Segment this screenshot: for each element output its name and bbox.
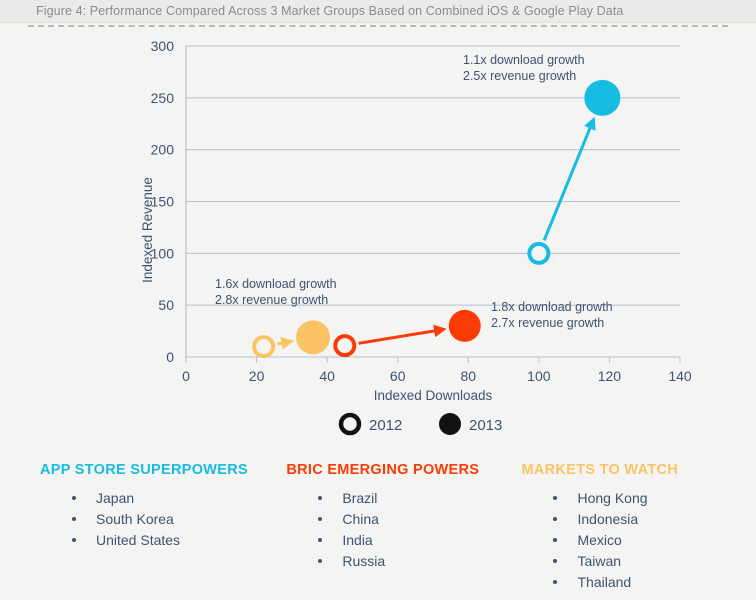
growth-annotation: 1.8x download growth 2.7x revenue growth xyxy=(491,300,613,330)
growth-arrow xyxy=(542,116,596,241)
market-group-column: BRIC EMERGING POWERS Brazil China India Rus… xyxy=(276,462,513,600)
x-axis-tick-labels: 0 20 40 60 80 100 120 140 xyxy=(182,368,692,384)
x-axis-title: Indexed Downloads xyxy=(374,388,493,403)
legend-marker-2013[interactable] xyxy=(439,413,461,435)
growth-annotation: 1.6x download growth 2.8x revenue growth xyxy=(215,277,337,307)
bullet-icon xyxy=(72,538,76,542)
market-list-item: Indonesia xyxy=(521,509,756,530)
bullet-icon xyxy=(553,496,558,500)
market-name: China xyxy=(342,511,379,527)
scatter-plot: 050100150200250300 0 20 40 60 80 100 120 140 1.… xyxy=(140,38,692,436)
data-point-2013[interactable] xyxy=(584,79,621,116)
x-tick-label: 100 xyxy=(527,368,551,384)
data-point-2012[interactable] xyxy=(252,335,276,359)
market-name: India xyxy=(342,532,373,548)
growth-arrow xyxy=(358,324,447,345)
market-group-list: Hong Kong Indonesia Mexico Taiwan Thailand xyxy=(521,488,756,593)
market-name: Indonesia xyxy=(577,511,639,527)
market-name: Brazil xyxy=(342,490,378,506)
market-name: Taiwan xyxy=(577,553,622,569)
market-list-item: Japan xyxy=(40,488,276,509)
market-group-list: Brazil China India Russia xyxy=(286,488,513,572)
chart-legend: 2012 2013 xyxy=(338,412,502,436)
data-point-2012[interactable] xyxy=(333,334,357,358)
data-series-layer xyxy=(252,79,621,359)
market-name: Japan xyxy=(96,490,135,506)
market-list-item: Russia xyxy=(286,551,513,572)
x-tick-label: 40 xyxy=(319,368,335,384)
bullet-icon xyxy=(553,538,558,542)
bullet-icon xyxy=(553,580,558,584)
market-group-column: APP STORE SUPERPOWERS Japan South Korea Un… xyxy=(0,462,276,600)
market-name: Russia xyxy=(342,553,386,569)
x-tick-label: 80 xyxy=(460,368,476,384)
market-list-item: China xyxy=(286,509,513,530)
x-tick-label: 140 xyxy=(668,368,692,384)
legend-label: 2013 xyxy=(469,417,502,434)
y-axis-title: Indexed Revenue xyxy=(140,177,155,283)
market-list-item: Thailand xyxy=(521,572,756,593)
bullet-icon xyxy=(72,496,76,500)
bullet-icon xyxy=(553,559,558,563)
y-tick-label: 0 xyxy=(166,349,174,365)
chart-container: 0 50 100 150 200 250 300 0 20 40 60 80 100 120 140 1.… xyxy=(0,30,756,450)
x-tick-label: 20 xyxy=(249,368,265,384)
market-name: Hong Kong xyxy=(577,490,648,506)
bullet-icon xyxy=(318,538,323,542)
bullet-icon xyxy=(553,517,558,521)
market-name: Mexico xyxy=(577,532,622,548)
y-tick-label: 50 xyxy=(158,297,174,313)
market-list-item: India xyxy=(286,530,513,551)
growth-arrow xyxy=(277,337,294,350)
bullet-icon xyxy=(318,559,323,563)
market-list-item: United States xyxy=(40,530,276,551)
x-tick-label: 0 xyxy=(182,368,190,384)
market-list-item: Brazil xyxy=(286,488,513,509)
x-tick-label: 120 xyxy=(598,368,622,384)
bullet-icon xyxy=(318,496,323,500)
bullet-icon xyxy=(318,517,323,521)
market-group-column: MARKETS TO WATCH Hong Kong Indonesia Mexic… xyxy=(513,462,756,600)
y-tick-label: 250 xyxy=(151,90,175,106)
data-point-2013[interactable] xyxy=(448,309,481,342)
market-list-item: Mexico xyxy=(521,530,756,551)
market-name: South Korea xyxy=(96,511,174,527)
market-group-list: Japan South Korea United States xyxy=(40,488,276,551)
data-point-2013[interactable] xyxy=(296,320,331,355)
annotations-layer: 1.6x download growth 2.8x revenue growth 1… xyxy=(215,53,613,330)
legend-marker-2012[interactable] xyxy=(338,412,362,436)
market-name: Thailand xyxy=(577,574,632,590)
market-group-heading: APP STORE SUPERPOWERS xyxy=(40,462,249,478)
growth-annotation: 1.1x download growth 2.5x revenue growth xyxy=(463,53,585,83)
bullet-icon xyxy=(72,517,76,521)
market-list-item: Hong Kong xyxy=(521,488,756,509)
market-groups-section: APP STORE SUPERPOWERS Japan South Korea Un… xyxy=(0,462,756,600)
figure-caption: Figure 4: Performance Compared Across 3 … xyxy=(36,4,624,18)
x-tick-label: 60 xyxy=(390,368,406,384)
market-list-item: South Korea xyxy=(40,509,276,530)
market-group-heading: MARKETS TO WATCH xyxy=(521,462,678,478)
data-point-2012[interactable] xyxy=(527,241,551,265)
y-tick-label: 200 xyxy=(151,142,175,158)
y-tick-label: 300 xyxy=(151,38,175,54)
market-list-item: Taiwan xyxy=(521,551,756,572)
market-group-heading: BRIC EMERGING POWERS xyxy=(286,462,480,478)
market-name: United States xyxy=(96,532,181,548)
header-divider xyxy=(28,25,728,27)
legend-label: 2012 xyxy=(369,417,402,434)
